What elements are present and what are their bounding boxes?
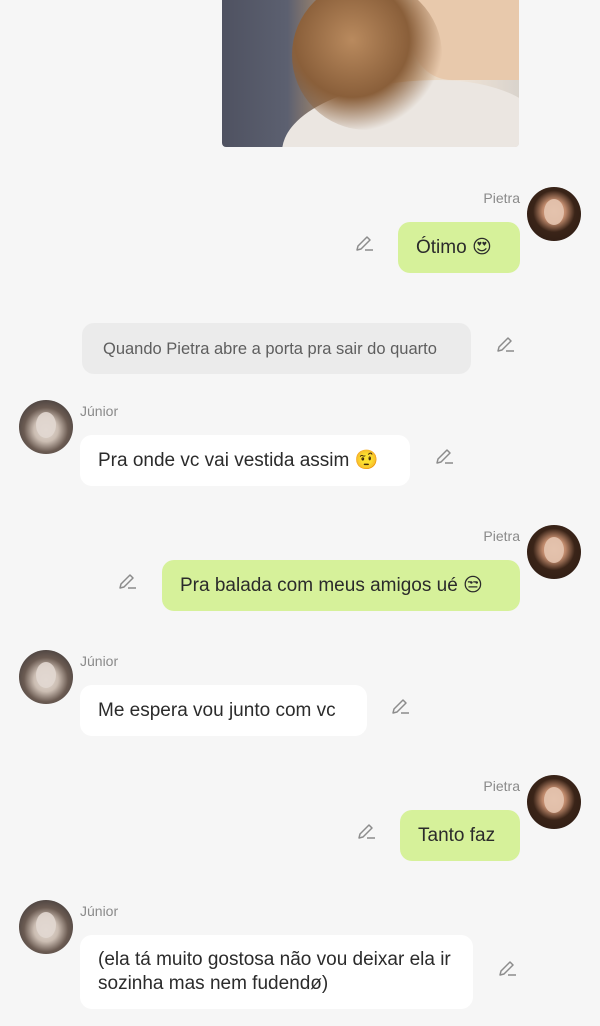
avatar-junior[interactable] bbox=[19, 900, 73, 954]
pencil-icon[interactable] bbox=[354, 230, 376, 252]
message-bubble[interactable]: Me espera vou junto com vc bbox=[80, 685, 367, 736]
avatar-junior[interactable] bbox=[19, 400, 73, 454]
avatar-face bbox=[544, 537, 564, 563]
avatar-face bbox=[544, 199, 564, 225]
sender-name: Júnior bbox=[80, 403, 119, 419]
pencil-icon[interactable] bbox=[434, 443, 456, 465]
narration-bubble[interactable]: Quando Pietra abre a porta pra sair do q… bbox=[82, 323, 471, 374]
chat-screen: Pietra Ótimo 😍 Quando Pietra abre a port… bbox=[0, 0, 600, 1026]
avatar-pietra[interactable] bbox=[527, 187, 581, 241]
avatar-face bbox=[36, 912, 56, 938]
message-bubble[interactable]: (ela tá muito gostosa não vou deixar ela… bbox=[80, 935, 473, 1009]
avatar-face bbox=[36, 412, 56, 438]
avatar-junior[interactable] bbox=[19, 650, 73, 704]
pencil-icon[interactable] bbox=[497, 955, 519, 977]
avatar-face bbox=[544, 787, 564, 813]
message-bubble[interactable]: Tanto faz bbox=[400, 810, 520, 861]
sender-name: Pietra bbox=[483, 778, 520, 794]
sender-name: Júnior bbox=[80, 903, 119, 919]
sender-name: Pietra bbox=[483, 528, 520, 544]
avatar-face bbox=[36, 662, 56, 688]
sender-name: Júnior bbox=[80, 653, 119, 669]
message-bubble[interactable]: Ótimo 😍 bbox=[398, 222, 520, 273]
message-bubble[interactable]: Pra balada com meus amigos ué 😒 bbox=[162, 560, 520, 611]
pencil-icon[interactable] bbox=[390, 693, 412, 715]
photo-message[interactable] bbox=[222, 0, 519, 147]
message-bubble[interactable]: Pra onde vc vai vestida assim 🤨 bbox=[80, 435, 410, 486]
pencil-icon[interactable] bbox=[117, 568, 139, 590]
pencil-icon[interactable] bbox=[356, 818, 378, 840]
sender-name: Pietra bbox=[483, 190, 520, 206]
pencil-icon[interactable] bbox=[495, 331, 517, 353]
avatar-pietra[interactable] bbox=[527, 525, 581, 579]
avatar-pietra[interactable] bbox=[527, 775, 581, 829]
